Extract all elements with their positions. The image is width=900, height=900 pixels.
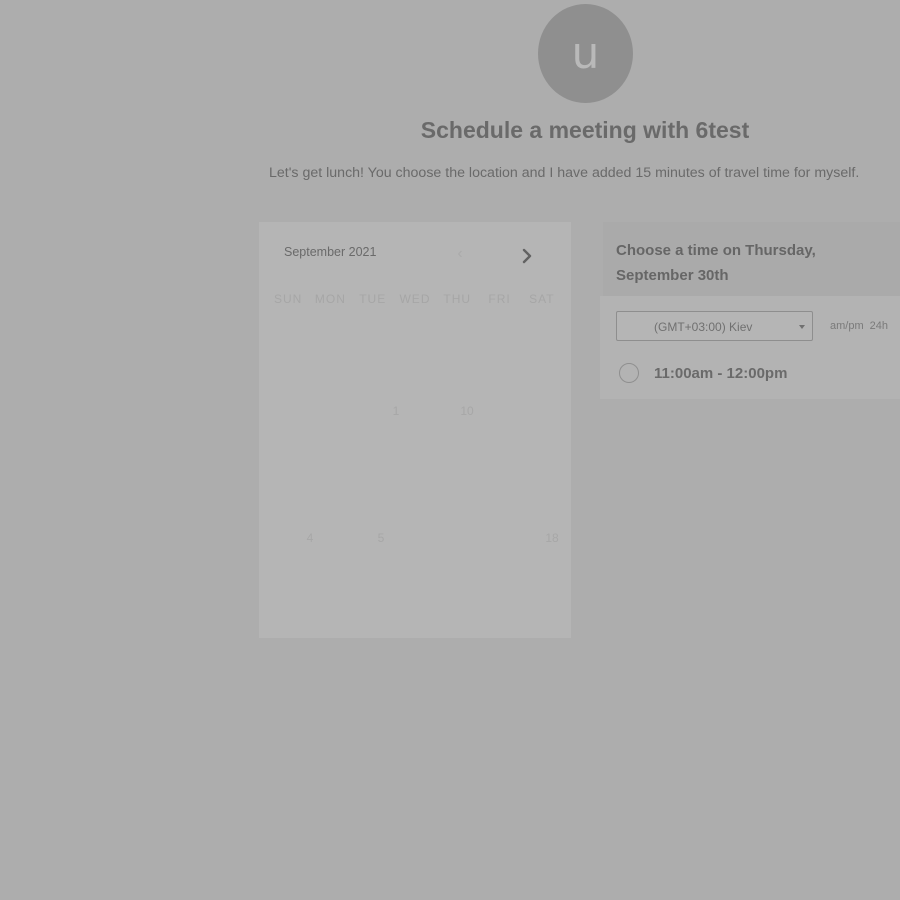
page-title: Schedule a meeting with 6test <box>420 117 750 143</box>
weekday-label: WED <box>399 292 431 306</box>
calendar-day[interactable]: 5 <box>366 531 396 545</box>
time-slot-label: 11:00am - 12:00pm <box>654 364 788 382</box>
format-24h-option[interactable]: 24h <box>870 320 888 332</box>
format-ampm-option[interactable]: am/pm <box>830 320 864 332</box>
scheduling-page: u Schedule a meeting with 6test Let's ge… <box>0 0 900 900</box>
weekday-label: TUE <box>359 292 387 306</box>
calendar-month-label: September 2021 <box>284 245 377 259</box>
avatar-initial: u <box>571 28 600 79</box>
calendar: September 2021 ‹ SUN MON TUE WED THU FRI… <box>259 222 571 638</box>
timezone-value: (GMT+03:00) Kiev <box>654 320 753 334</box>
weekday-label: THU <box>443 292 472 306</box>
calendar-day[interactable]: 1 <box>381 404 411 418</box>
time-picker-heading: Choose a time on Thursday, September 30t… <box>616 242 816 284</box>
weekday-label: SUN <box>273 292 303 306</box>
calendar-day[interactable]: 18 <box>537 531 567 545</box>
weekday-header: SUN MON TUE WED THU FRI SAT <box>267 292 563 306</box>
chevron-left-icon[interactable]: ‹ <box>453 246 467 262</box>
weekday-label: MON <box>314 292 346 306</box>
time-picker-panel: (GMT+03:00) Kiev am/pm 24h 11:00am - 12:0… <box>600 296 900 399</box>
caret-down-icon <box>799 325 805 329</box>
chevron-right-icon[interactable] <box>519 247 535 265</box>
time-format-toggle: am/pm 24h <box>830 320 894 332</box>
weekday-label: FRI <box>488 292 511 306</box>
meeting-description: Let's get lunch! You choose the location… <box>269 165 860 181</box>
timezone-select[interactable]: (GMT+03:00) Kiev <box>616 311 813 341</box>
calendar-day[interactable]: 10 <box>452 404 482 418</box>
time-slot-radio[interactable] <box>619 363 639 383</box>
time-picker-header: Choose a time on Thursday, September 30t… <box>603 222 900 296</box>
calendar-day[interactable]: 4 <box>295 531 325 545</box>
time-slot[interactable]: 11:00am - 12:00pm <box>619 363 787 383</box>
weekday-label: SAT <box>529 292 555 306</box>
avatar: u <box>538 4 633 103</box>
